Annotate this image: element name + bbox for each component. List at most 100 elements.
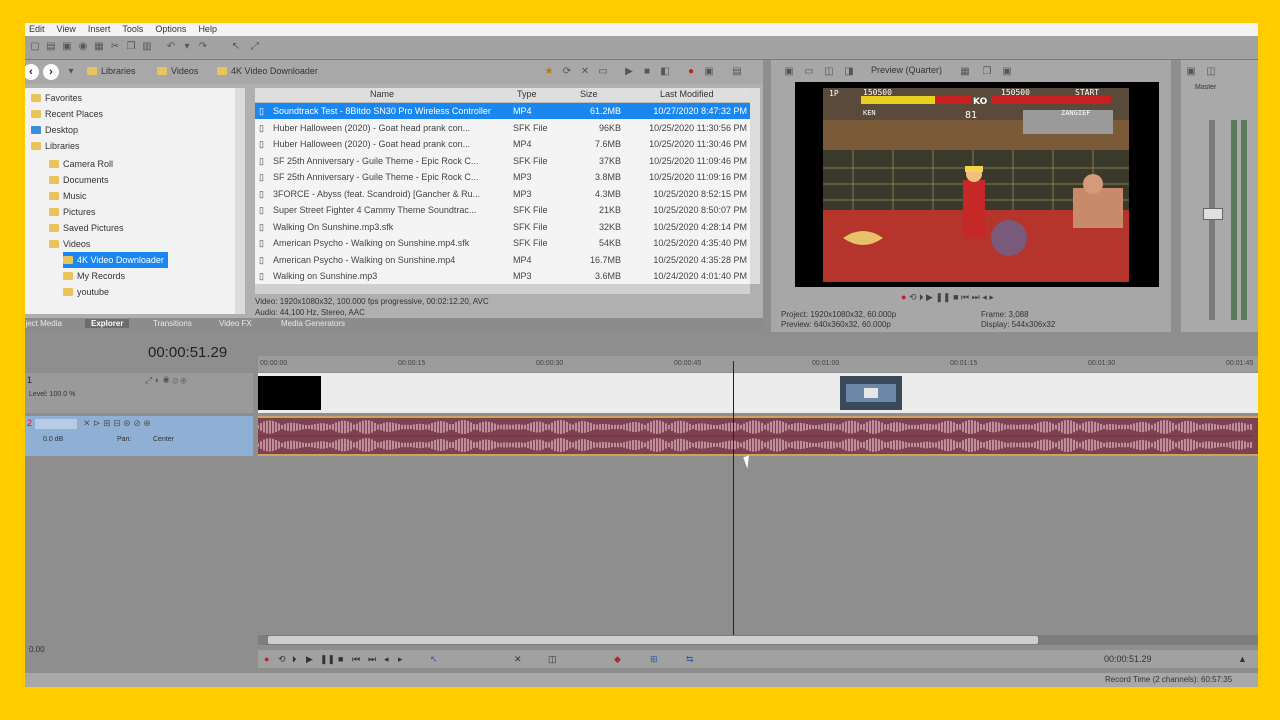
auto-ripple-icon[interactable]: ⇆: [686, 654, 694, 665]
open-icon[interactable]: ▤: [45, 41, 57, 53]
undo-icon[interactable]: ↶: [165, 41, 177, 53]
normal-edit-tool-icon[interactable]: ↖: [230, 41, 242, 53]
video-track-lane[interactable]: [258, 373, 1258, 413]
file-row[interactable]: ▯ Walking On Sunshine.mp3.sfk SFK File 32KB…: [255, 219, 750, 235]
tree-item-my-records[interactable]: My Records: [63, 268, 125, 284]
external-monitor-icon[interactable]: ▭: [803, 66, 815, 78]
column-type[interactable]: Type: [517, 89, 537, 99]
timeline-scrollbar-thumb[interactable]: [268, 636, 1038, 644]
go-to-start-icon[interactable]: ⏮: [352, 654, 360, 665]
tree-item-pictures[interactable]: Pictures: [49, 204, 96, 220]
overlays-icon[interactable]: ▦: [959, 66, 971, 78]
video-track-buttons[interactable]: ⤢ ◐ ◉ ⊘ ⊕: [145, 375, 187, 386]
record-button-timeline[interactable]: ●: [264, 654, 269, 664]
breadcrumb-libraries[interactable]: Libraries: [87, 66, 136, 76]
tree-item-recent-places[interactable]: Recent Places: [31, 106, 103, 122]
cut-icon[interactable]: ✂: [109, 41, 121, 53]
copy-icon[interactable]: ❐: [125, 41, 137, 53]
menu-help[interactable]: Help: [198, 23, 217, 36]
file-row[interactable]: ▯ Super Street Fighter 4 Cammy Theme Soun…: [255, 202, 750, 218]
tab-explorer[interactable]: Explorer: [85, 319, 130, 328]
file-row[interactable]: ▯ American Psycho - Walking on Sunshine.m…: [255, 235, 750, 251]
stop-button[interactable]: ■: [953, 292, 958, 302]
video-clip-thumbnail[interactable]: [840, 376, 902, 410]
go-to-end-button[interactable]: ⏭: [972, 292, 980, 302]
breadcrumb-videos[interactable]: Videos: [157, 66, 198, 76]
breadcrumb-4k-video-downloader[interactable]: 4K Video Downloader: [217, 66, 318, 76]
tree-item-4k-video-downloader[interactable]: 4K Video Downloader: [63, 252, 168, 268]
menu-options[interactable]: Options: [155, 23, 186, 36]
mixer-fx-icon[interactable]: ◫: [1205, 66, 1217, 78]
auto-preview-icon[interactable]: ◧: [659, 66, 671, 78]
back-icon[interactable]: ‹: [25, 64, 39, 80]
tab-video-fx[interactable]: Video FX: [219, 319, 252, 328]
video-clip-black[interactable]: [258, 376, 321, 410]
tree-scrollbar[interactable]: [235, 88, 245, 314]
file-list-vscroll[interactable]: [750, 88, 760, 284]
menu-edit[interactable]: Edit: [29, 23, 45, 36]
play-from-start-icon[interactable]: ⏵: [292, 654, 297, 665]
tree-item-videos[interactable]: Videos: [49, 236, 90, 252]
menu-insert[interactable]: Insert: [88, 23, 111, 36]
edit-tool-icon[interactable]: ↖: [430, 654, 438, 665]
refresh-icon[interactable]: ⟳: [561, 66, 573, 78]
stop-preview-icon[interactable]: ■: [641, 66, 653, 78]
marker-icon[interactable]: ◆: [614, 654, 621, 665]
tree-item-documents[interactable]: Documents: [49, 172, 109, 188]
video-fx-icon[interactable]: ◫: [823, 66, 835, 78]
tab-transitions[interactable]: Transitions: [153, 319, 192, 328]
new-folder-icon[interactable]: ▭: [597, 66, 609, 78]
views-menu-icon[interactable]: ▤: [731, 66, 743, 78]
delete-icon[interactable]: ✕: [579, 66, 591, 78]
video-track-header[interactable]: 1 ⤢ ◐ ◉ ⊘ ⊕ Level: 100.0 %: [25, 373, 253, 413]
record-button[interactable]: ●: [901, 292, 906, 302]
save-icon[interactable]: ▣: [61, 41, 73, 53]
pause-icon[interactable]: ❚❚: [320, 654, 335, 665]
favorites-icon[interactable]: ★: [543, 66, 555, 78]
forward-icon[interactable]: ›: [43, 64, 59, 80]
split-screen-icon[interactable]: ◨: [843, 66, 855, 78]
tree-item-youtube[interactable]: youtube: [63, 284, 109, 300]
go-to-end-icon[interactable]: ⏭: [368, 654, 376, 665]
timeline-ruler[interactable]: 00:00:00 00:00:15 00:00:30 00:00:45 00:0…: [258, 356, 1258, 372]
file-row[interactable]: ▯ Walking on Sunshine.mp3 MP3 3.6MB 10/24/20…: [255, 268, 750, 284]
tab-media-generators[interactable]: Media Generators: [281, 319, 345, 328]
properties-icon[interactable]: ▦: [93, 41, 105, 53]
tree-item-music[interactable]: Music: [49, 188, 87, 204]
copy-snapshot-icon[interactable]: ❐: [981, 66, 993, 78]
views-icon[interactable]: ▾: [65, 66, 77, 78]
tab-project-media[interactable]: Project Media: [25, 319, 62, 328]
menu-tools[interactable]: Tools: [122, 23, 143, 36]
mixer-properties-icon[interactable]: ▣: [1185, 66, 1197, 78]
start-preview-icon[interactable]: ▶: [623, 66, 635, 78]
preview-properties-icon[interactable]: ▣: [783, 66, 795, 78]
split-icon[interactable]: ✕: [514, 654, 522, 665]
file-list-hscroll[interactable]: [255, 284, 750, 294]
column-last-modified[interactable]: Last Modified: [660, 89, 714, 99]
file-row[interactable]: ▯ SF 25th Anniversary - Guile Theme - Epi…: [255, 169, 750, 185]
tree-item-desktop[interactable]: Desktop: [31, 122, 78, 138]
tree-item-camera-roll[interactable]: Camera Roll: [49, 156, 113, 172]
master-fader-handle[interactable]: [1203, 208, 1223, 220]
save-snapshot-icon[interactable]: ▣: [1001, 66, 1013, 78]
prev-frame-button[interactable]: ◂: [982, 292, 987, 302]
new-project-icon[interactable]: ▢: [29, 41, 41, 53]
next-frame-button[interactable]: ▸: [989, 292, 994, 302]
play-button[interactable]: ▶: [926, 292, 933, 302]
pause-button[interactable]: ❚❚: [935, 292, 950, 302]
file-row[interactable]: ▯ Huber Halloween (2020) - Goat head pran…: [255, 120, 750, 136]
timeline-scrollbar[interactable]: [258, 635, 1258, 645]
file-row[interactable]: ▯ American Psycho - Walking on Sunshine.m…: [255, 252, 750, 268]
render-icon[interactable]: ◉: [77, 41, 89, 53]
column-size[interactable]: Size: [580, 89, 598, 99]
preview-quality-dropdown[interactable]: Preview (Quarter): [871, 65, 942, 75]
tree-item-libraries[interactable]: Libraries: [31, 138, 80, 154]
camera-icon[interactable]: ▣: [703, 66, 715, 78]
go-to-start-button[interactable]: ⏮: [961, 292, 969, 302]
playhead-cursor[interactable]: [733, 361, 734, 641]
audio-track-name-field[interactable]: [35, 419, 77, 429]
trim-icon[interactable]: ◫: [548, 654, 557, 665]
loop-button[interactable]: ⟲: [909, 292, 917, 302]
tree-item-saved-pictures[interactable]: Saved Pictures: [49, 220, 124, 236]
play-icon[interactable]: ▶: [306, 654, 313, 665]
